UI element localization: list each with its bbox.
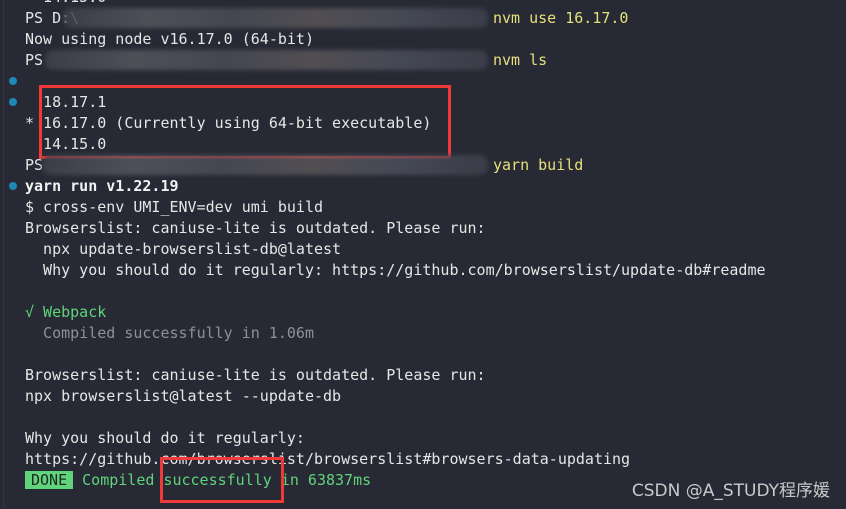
terminal-line: Now using node v16.17.0 (64-bit) (25, 30, 314, 48)
redacted-path (45, 50, 488, 70)
redacted-path (63, 8, 488, 28)
terminal-gutter (3, 0, 4, 509)
command-decoration-icon (9, 182, 17, 190)
terminal-line: Compiled successfully in 1.06m (25, 324, 314, 342)
terminal-line: $ cross-env UMI_ENV=dev umi build (25, 198, 324, 216)
terminal-line: 14.15.0 (25, 0, 106, 8)
command-nvm-use: nvm use 16.17.0 (493, 9, 629, 27)
command-yarn-build: yarn build (493, 156, 584, 174)
terminal-line: yarn run v1.22.19 (25, 177, 179, 195)
terminal-line: npx browserslist@latest --update-db (25, 387, 342, 405)
terminal-line: Browserslist: caniuse-lite is outdated. … (25, 219, 486, 237)
done-badge: DONE (25, 471, 74, 489)
terminal-line: Why you should do it regularly: https://… (25, 261, 766, 279)
command-nvm-ls: nvm ls (493, 51, 548, 69)
watermark: CSDN @A_STUDY程序媛 (631, 481, 830, 501)
terminal-line: √ Webpack (25, 303, 107, 321)
terminal-line: npx update-browserslist-db@latest (25, 240, 342, 258)
highlight-box-node-versions (39, 85, 451, 159)
redacted-path (42, 155, 488, 175)
terminal-line: https://github.com/browserslist/browsers… (25, 450, 631, 468)
highlight-box-success (160, 457, 284, 503)
terminal-line: Why you should do it regularly: (25, 429, 305, 447)
command-decoration-icon (9, 77, 17, 85)
command-decoration-icon (9, 98, 17, 106)
terminal-line: Browserslist: caniuse-lite is outdated. … (25, 366, 486, 384)
